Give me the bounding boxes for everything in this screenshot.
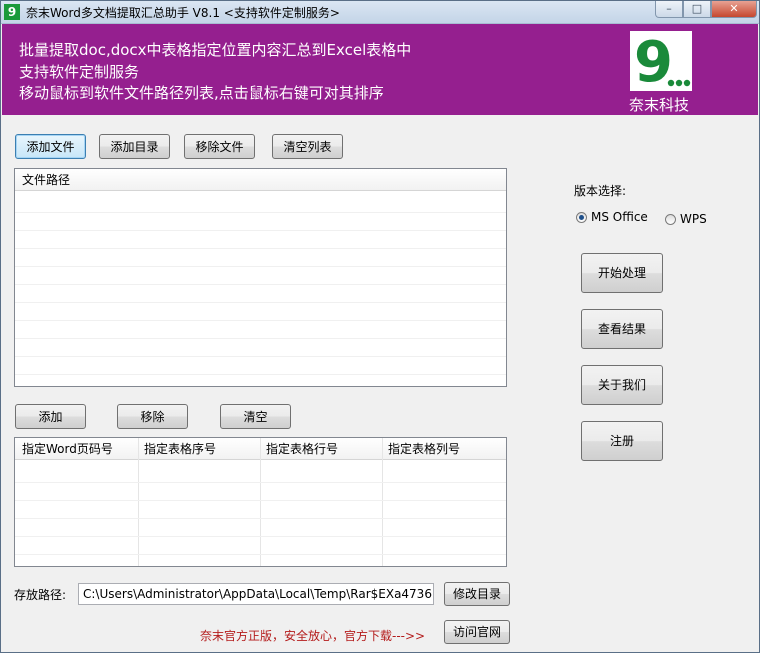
window-title: 奈末Word多文档提取汇总助手 V8.1 <支持软件定制服务> [26, 6, 340, 20]
output-path-field[interactable]: C:\Users\Administrator\AppData\Local\Tem… [78, 583, 434, 605]
add-position-button[interactable]: 添加 [15, 404, 86, 429]
wps-label[interactable]: WPS [680, 212, 707, 226]
add-file-button[interactable]: 添加文件 [15, 134, 86, 159]
title-bar[interactable]: 9 奈末Word多文档提取汇总助手 V8.1 <支持软件定制服务> – □ ✕ [1, 1, 759, 24]
version-label: 版本选择: [574, 184, 627, 198]
logo-company-name: 奈末科技 [629, 96, 690, 114]
output-path-label: 存放路径: [14, 588, 67, 602]
clear-position-button[interactable]: 清空 [220, 404, 291, 429]
banner-line-3: 移动鼠标到软件文件路径列表,点击鼠标右键可对其排序 [19, 84, 384, 102]
add-folder-button[interactable]: 添加目录 [99, 134, 170, 159]
file-list-header[interactable]: 文件路径 [15, 169, 506, 191]
remove-file-button[interactable]: 移除文件 [184, 134, 255, 159]
logo-mark-icon: 9 [634, 30, 691, 95]
maximize-button[interactable]: □ [683, 1, 711, 18]
change-folder-button[interactable]: 修改目录 [444, 582, 510, 606]
clear-list-button[interactable]: 清空列表 [272, 134, 343, 159]
close-button[interactable]: ✕ [711, 1, 757, 18]
visit-website-button[interactable]: 访问官网 [444, 620, 510, 644]
view-result-button[interactable]: 查看结果 [581, 309, 663, 349]
company-logo: 9 [630, 30, 692, 95]
window-controls: – □ ✕ [655, 1, 757, 18]
svg-text:9: 9 [634, 31, 673, 91]
column-header-file-path[interactable]: 文件路径 [15, 169, 70, 191]
file-path-list[interactable]: 文件路径 [14, 168, 507, 387]
app-window: 9 奈末Word多文档提取汇总助手 V8.1 <支持软件定制服务> – □ ✕ … [0, 0, 760, 653]
banner-line-1: 批量提取doc,docx中表格指定位置内容汇总到Excel表格中 [19, 41, 412, 59]
remove-position-button[interactable]: 移除 [117, 404, 188, 429]
minimize-button[interactable]: – [655, 1, 683, 18]
column-header-column[interactable]: 指定表格列号 [381, 438, 460, 460]
register-button[interactable]: 注册 [581, 421, 663, 461]
column-header-table-index[interactable]: 指定表格序号 [137, 438, 216, 460]
about-button[interactable]: 关于我们 [581, 365, 663, 405]
radio-ms-office[interactable] [576, 212, 587, 223]
ms-office-label[interactable]: MS Office [591, 210, 648, 224]
promo-text: 奈末官方正版，安全放心，官方下载--->> [200, 629, 426, 643]
header-banner: 批量提取doc,docx中表格指定位置内容汇总到Excel表格中 支持软件定制服… [2, 24, 758, 115]
app-icon: 9 [4, 4, 20, 20]
start-button[interactable]: 开始处理 [581, 253, 663, 293]
column-header-page[interactable]: 指定Word页码号 [15, 438, 113, 460]
banner-line-2: 支持软件定制服务 [19, 63, 140, 81]
column-header-row[interactable]: 指定表格行号 [259, 438, 338, 460]
radio-wps[interactable] [665, 214, 676, 225]
position-table[interactable]: 指定Word页码号 指定表格序号 指定表格行号 指定表格列号 [14, 437, 507, 567]
